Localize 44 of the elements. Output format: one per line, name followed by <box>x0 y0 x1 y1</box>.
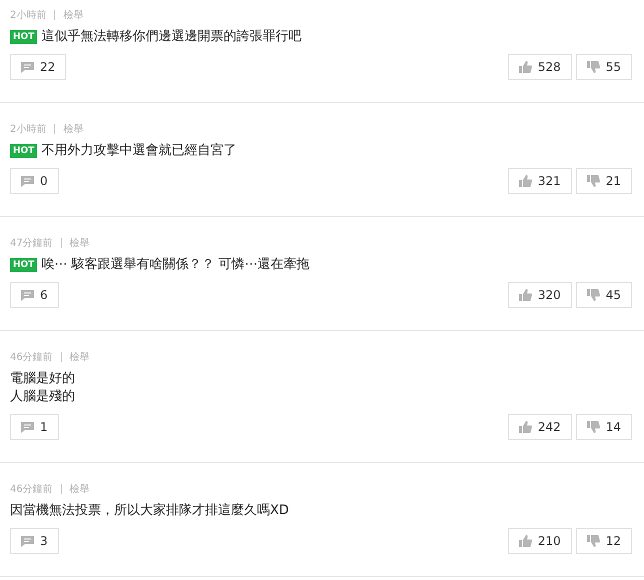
like-button[interactable]: 528 <box>508 54 572 80</box>
thumbs-down-icon <box>586 289 600 301</box>
comment-icon <box>21 422 34 432</box>
thumbs-up-icon <box>518 289 532 301</box>
hot-badge: HOT <box>10 30 38 44</box>
reply-button[interactable]: 3 <box>10 528 59 554</box>
like-button[interactable]: 242 <box>508 414 572 440</box>
dislike-button[interactable]: 14 <box>576 414 632 440</box>
timestamp: 46分鐘前 <box>10 483 53 496</box>
reply-button[interactable]: 0 <box>10 168 59 194</box>
reply-button[interactable]: 1 <box>10 414 59 440</box>
thumbs-down-icon <box>586 535 600 547</box>
like-button[interactable]: 210 <box>508 528 572 554</box>
like-button[interactable]: 320 <box>508 282 572 308</box>
thumbs-up-icon <box>518 61 532 73</box>
comment-text: 人腦是殘的 <box>10 388 75 406</box>
timestamp: 46分鐘前 <box>10 351 53 364</box>
reply-button[interactable]: 22 <box>10 54 66 80</box>
thumbs-up-icon <box>518 421 532 433</box>
comment-icon <box>21 176 34 186</box>
comment-icon <box>21 290 34 300</box>
comment-text: 唉⋯ 駭客跟選舉有啥關係？？ 可憐⋯還在牽拖 <box>41 256 310 274</box>
thumbs-down-icon <box>586 61 600 73</box>
hot-badge: HOT <box>10 258 38 272</box>
dislike-button[interactable]: 21 <box>576 168 632 194</box>
reply-button[interactable]: 6 <box>10 282 59 308</box>
like-button[interactable]: 321 <box>508 168 572 194</box>
comment-text: 這似乎無法轉移你們邊選邊開票的誇張罪行吧 <box>41 28 302 46</box>
comment-icon <box>21 536 34 546</box>
thumbs-up-icon <box>518 535 532 547</box>
dislike-button[interactable]: 12 <box>576 528 632 554</box>
timestamp: 2小時前 <box>10 8 46 22</box>
comment-text: 因當機無法投票，所以大家排隊才排這麼久嗎XD <box>10 502 289 520</box>
timestamp: 2小時前 <box>10 122 46 136</box>
comment-text: 不用外力攻擊中選會就已經自宮了 <box>41 142 236 160</box>
thumbs-up-icon <box>518 175 532 187</box>
hot-badge: HOT <box>10 144 38 158</box>
timestamp: 47分鐘前 <box>10 237 53 250</box>
dislike-button[interactable]: 55 <box>576 54 632 80</box>
thumbs-down-icon <box>586 421 600 433</box>
thumbs-down-icon <box>586 175 600 187</box>
comment-icon <box>21 62 34 72</box>
comment-text: 電腦是好的 <box>10 370 75 388</box>
dislike-button[interactable]: 45 <box>576 282 632 308</box>
